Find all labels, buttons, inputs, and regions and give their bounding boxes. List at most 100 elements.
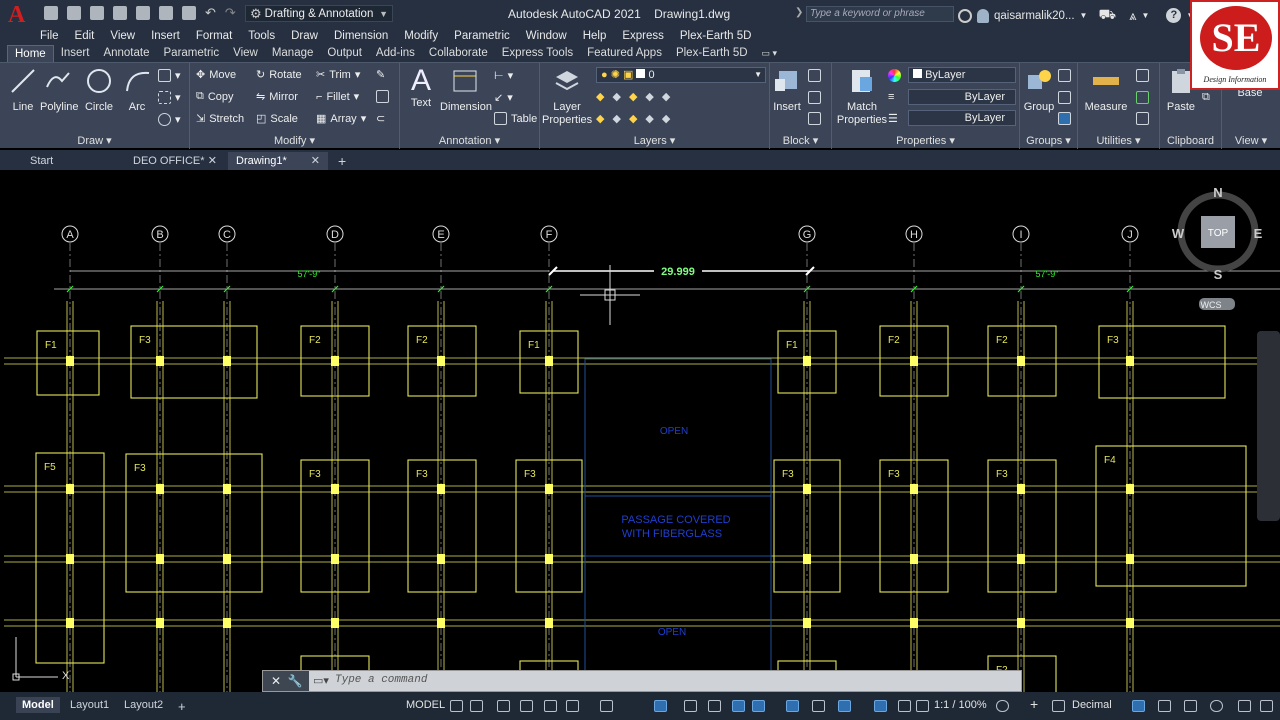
calculator-tool[interactable] (1136, 91, 1149, 104)
layer-isolate-icon[interactable]: ◆ (596, 90, 604, 103)
fillet-button[interactable]: ⌐ Fillet ▾ (316, 90, 359, 104)
menu-plex-earth[interactable]: Plex-Earth 5D (680, 30, 752, 42)
user-icon[interactable] (977, 8, 989, 23)
3d-osnap-icon[interactable] (786, 700, 799, 712)
workspace-gear-icon[interactable] (996, 700, 1009, 712)
compass-south[interactable]: S (1214, 267, 1223, 282)
units-dropdown[interactable]: Decimal (1072, 699, 1112, 711)
draw-panel-title[interactable]: Draw ▾ (0, 134, 189, 147)
quick-select-tool[interactable] (1136, 69, 1149, 82)
snap-mode-icon[interactable] (470, 700, 483, 712)
ortho-mode-icon[interactable] (544, 700, 557, 712)
autodesk-app-icon[interactable]: ⩓ (1129, 8, 1136, 24)
dimension-button[interactable]: Dimension (440, 67, 492, 113)
undo-icon[interactable]: ↶ (205, 5, 216, 21)
drawing-canvas[interactable]: A B C D E F G H I J F1 F3 F2 F2 F1 F1 F2 F2 F3 F5 F3 F3 F3 F3 F… (4, 171, 1280, 692)
tab-manage[interactable]: Manage (265, 45, 321, 62)
tab-parametric[interactable]: Parametric (157, 45, 227, 62)
rotate-button[interactable]: ↻ Rotate (256, 68, 302, 82)
leader-tool[interactable]: ↙ ▾ (494, 91, 513, 104)
ribbon-options-icon[interactable]: ▭ ▾ (755, 45, 785, 62)
save-as-icon[interactable] (113, 6, 127, 20)
block-panel-title[interactable]: Block ▾ (770, 134, 831, 147)
circle-button[interactable]: Circle (84, 67, 114, 113)
compass-east[interactable]: E (1254, 226, 1263, 241)
units-icon[interactable] (1052, 700, 1065, 712)
layer-unisolate-icon[interactable]: ◆ (612, 90, 620, 103)
clean-screen-icon[interactable] (1238, 700, 1251, 712)
cad-drawing[interactable]: A B C D E F G H I J F1 F3 F2 F2 F1 F1 F2 F2 F3 F5 F3 F3 F3 F3 F… (4, 171, 1280, 692)
dynamic-input-icon[interactable] (520, 700, 533, 712)
menu-format[interactable]: Format (196, 30, 232, 42)
lineweight-toggle-icon[interactable] (708, 700, 721, 712)
file-tab-start[interactable]: Start (22, 152, 122, 170)
lock-ui-icon[interactable] (1158, 700, 1171, 712)
isolate-objects-icon[interactable] (1184, 700, 1197, 712)
clipboard-panel-title[interactable]: Clipboard (1160, 135, 1221, 147)
menu-express[interactable]: Express (622, 30, 664, 42)
selection-filter-icon[interactable] (838, 700, 851, 712)
layer-previous-icon[interactable]: ◆ (612, 112, 620, 125)
edit-block-tool[interactable] (808, 91, 821, 104)
tab-home[interactable]: Home (7, 45, 54, 62)
auto-scale-icon[interactable] (916, 700, 929, 712)
utilities-panel-title[interactable]: Utilities ▾ (1078, 134, 1159, 147)
copy-button[interactable]: ⧉ Copy (196, 90, 234, 103)
tab-output[interactable]: Output (320, 45, 369, 62)
chevron-down-icon[interactable]: ▼ (1080, 11, 1088, 20)
transparency-icon[interactable] (732, 700, 745, 712)
view-panel-title[interactable]: View ▾ (1222, 134, 1280, 147)
tab-express-tools[interactable]: Express Tools (495, 45, 580, 62)
menu-modify[interactable]: Modify (404, 30, 438, 42)
open-web-icon[interactable] (136, 6, 150, 20)
tab-insert[interactable]: Insert (54, 45, 97, 62)
id-point-tool[interactable] (1136, 112, 1149, 125)
menu-draw[interactable]: Draw (291, 30, 318, 42)
layout-tab-layout1[interactable]: Layout1 (64, 697, 115, 713)
create-block-tool[interactable] (808, 69, 821, 82)
group-select-tool[interactable] (1058, 112, 1071, 125)
save-icon[interactable] (90, 6, 104, 20)
search-input[interactable]: Type a keyword or phrase (806, 6, 954, 22)
layer-match-icon[interactable]: ◆ (596, 112, 604, 125)
command-input[interactable]: Type a command (335, 674, 427, 686)
text-button[interactable]: A Text (406, 65, 436, 110)
quick-properties-icon[interactable] (1132, 700, 1145, 712)
file-tab-deo-office[interactable]: DEO OFFICE* ✕ (125, 152, 225, 170)
autocad-logo-icon[interactable]: A (8, 2, 34, 28)
menu-tools[interactable]: Tools (248, 30, 275, 42)
stretch-button[interactable]: ⇲ Stretch (196, 112, 244, 126)
command-line[interactable]: ✕ 🔧 ▭▾ Type a command (262, 670, 1022, 692)
object-snap-tracking-icon[interactable] (654, 700, 667, 712)
attribute-tool[interactable] (808, 112, 821, 125)
annotation-panel-title[interactable]: Annotation ▾ (400, 134, 539, 147)
help-icon[interactable]: ? (1166, 8, 1182, 23)
menu-file[interactable]: File (40, 30, 59, 42)
tab-annotate[interactable]: Annotate (96, 45, 156, 62)
layer-properties-button[interactable]: Layer Properties (542, 67, 592, 127)
layer-lock-icon[interactable]: ◆ (662, 90, 670, 103)
hatch-tool[interactable]: ▾ (158, 91, 181, 104)
tab-featured-apps[interactable]: Featured Apps (580, 45, 669, 62)
chevron-down-icon[interactable]: ▼ (1141, 11, 1149, 20)
ungroup-tool[interactable] (1058, 69, 1071, 82)
tab-collaborate[interactable]: Collaborate (422, 45, 495, 62)
tab-plex-earth[interactable]: Plex-Earth 5D (669, 45, 755, 62)
redo-icon[interactable]: ↷ (225, 5, 236, 21)
isometric-icon[interactable] (600, 700, 613, 712)
erase-tool[interactable]: ✎ (376, 68, 385, 81)
color-wheel-icon[interactable] (888, 69, 901, 82)
compass-west[interactable]: W (1172, 226, 1185, 241)
lineweight-dropdown[interactable]: ByLayer (908, 89, 1016, 105)
layer-freeze-icon[interactable]: ◆ (629, 90, 637, 103)
array-button[interactable]: ▦ Array ▾ (316, 112, 366, 126)
close-icon[interactable]: ✕ (311, 152, 320, 170)
wrench-icon[interactable]: 🔧 (288, 674, 303, 688)
layout-tab-layout2[interactable]: Layout2 (118, 697, 169, 713)
properties-panel-title[interactable]: Properties ▾ (832, 134, 1019, 147)
open-file-icon[interactable] (67, 6, 81, 20)
trim-button[interactable]: ✂ Trim ▾ (316, 68, 360, 82)
move-button[interactable]: ✥ Move (196, 68, 236, 82)
annotation-monitor-plus-icon[interactable]: + (1030, 696, 1038, 712)
customization-menu-icon[interactable] (1260, 700, 1273, 712)
